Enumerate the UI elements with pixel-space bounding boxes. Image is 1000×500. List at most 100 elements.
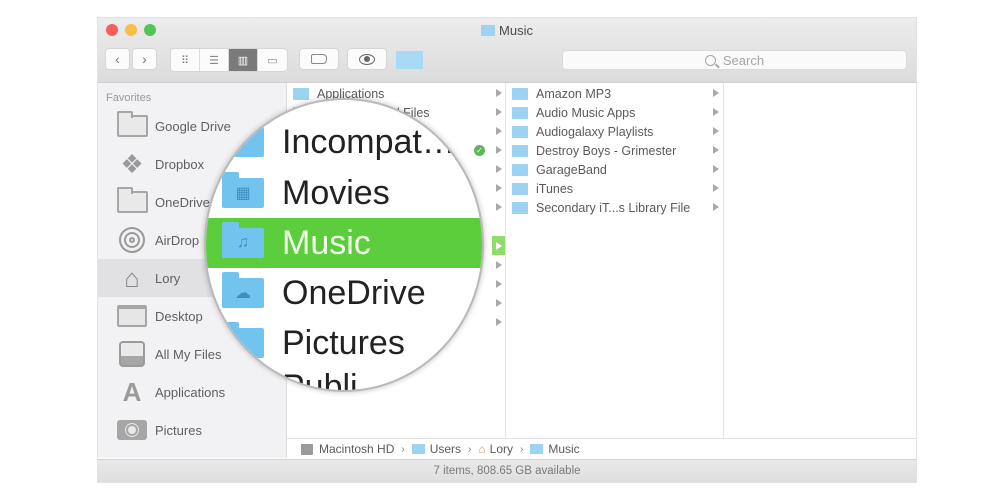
folder-icon [512,87,528,100]
path-separator: › [468,443,472,455]
path-bar: Macintosh HD › Users › ⌂ Lory › Music [287,438,916,459]
sidebar-item-label: Pictures [155,422,202,438]
music-folder-icon: ♫ [222,222,264,258]
disclosure-arrow-icon [496,184,502,192]
disclosure-arrow-icon [496,146,502,154]
airdrop-icon [119,227,145,253]
disclosure-arrow-icon [496,203,502,211]
title-bar: Music ‹ › ⠿ ☰ ▥ ▭ Search [98,18,916,83]
lens-item-label: Incompat… [282,122,456,161]
lens-item-onedrive[interactable]: ☁ OneDrive [206,268,482,318]
cover-flow-icon: ▭ [267,54,278,67]
search-icon [704,54,716,66]
path-separator: › [519,443,524,455]
list-view-button[interactable]: ☰ [200,49,229,71]
search-field[interactable]: Search [562,50,907,70]
list-view-icon: ☰ [209,54,219,67]
folder-icon [512,106,528,119]
back-button[interactable]: ‹ [105,48,130,70]
lens-item-label: OneDrive [282,273,426,312]
folder-icon [116,187,148,213]
column-view-icon: ▥ [237,54,249,67]
column-music: Amazon MP3 Audio Music Apps Audiogalaxy … [506,83,724,438]
folder-action-icon[interactable] [396,51,423,69]
all-files-icon [119,341,145,367]
tags-button[interactable] [299,48,339,70]
disclosure-arrow-icon [713,203,719,211]
lens-item-public: Publi… [206,362,482,392]
disclosure-arrow-icon [496,299,502,307]
disclosure-arrow-icon [713,108,719,116]
disclosure-arrow-icon [496,280,502,288]
sidebar-item-label: OneDrive [155,194,210,210]
column-view-button[interactable]: ▥ [229,49,258,71]
path-segment[interactable]: Music [548,442,579,456]
disclosure-arrow-icon [713,127,719,135]
list-item[interactable]: Secondary iT...s Library File [506,198,690,217]
pictures-folder-icon [222,322,264,358]
disclosure-arrow-icon [713,165,719,173]
list-item[interactable]: Amazon MP3 [506,84,611,103]
lens-item-label: Pictures [282,323,405,362]
path-segment[interactable]: Lory [490,442,513,456]
disclosure-arrow-icon [713,146,719,154]
search-placeholder: Search [722,52,765,68]
folder-icon [512,125,528,138]
tag-icon [311,54,327,64]
hard-drive-icon [301,443,313,455]
folder-icon [411,444,425,454]
folder-icon [512,163,528,176]
view-mode-control: ⠿ ☰ ▥ ▭ [170,48,288,72]
dropbox-icon: ❖ [120,148,144,179]
disclosure-arrow-icon [713,89,719,97]
list-item[interactable]: Audiogalaxy Playlists [506,122,653,141]
column-empty [724,83,916,438]
path-segment[interactable]: Macintosh HD [319,442,394,456]
quick-look-button[interactable] [347,48,387,70]
window-title: Music [98,23,916,38]
sidebar-item-label: Dropbox [155,156,205,172]
item-label: Audio Music Apps [536,105,636,120]
item-label: Secondary iT...s Library File [536,200,691,215]
folder-icon [512,144,528,157]
home-icon: ⌂ [124,262,140,293]
disclosure-arrow-icon [713,184,719,192]
disclosure-arrow-icon [496,127,502,135]
sidebar-item-pictures[interactable]: Pictures [98,411,286,449]
list-item[interactable]: Audio Music Apps [506,103,635,122]
path-separator: › [401,443,405,455]
folder-icon [512,201,528,214]
lens-item-label: Movies [282,173,390,212]
eye-icon [359,53,375,65]
folder-icon [222,121,264,157]
sidebar-item-label: AirDrop [155,232,200,248]
list-item[interactable]: iTunes [506,179,573,198]
lens-item: Incompat… [206,117,482,167]
folder-icon [293,87,309,100]
sidebar-heading: Favorites [106,92,152,104]
desktop-icon [117,305,147,327]
item-label: GarageBand [536,162,607,177]
chevron-left-icon: ‹ [115,51,120,67]
item-label: Audiogalaxy Playlists [536,124,654,139]
status-bar: 7 items, 808.65 GB available [98,459,916,482]
lens-item-label: Publi… [282,367,392,392]
lens-item-movies[interactable]: ▦ Movies [206,168,482,218]
item-label: Destroy Boys - Grimester [536,143,677,158]
disclosure-arrow-icon [496,108,502,116]
icon-view-button[interactable]: ⠿ [171,49,200,71]
onedrive-folder-icon: ☁ [222,272,264,308]
lens-item-music-selected[interactable]: ♫ Music [206,218,482,268]
lens-item-pictures[interactable]: Pictures [206,318,482,368]
forward-button[interactable]: › [132,48,157,70]
folder-icon [116,111,148,137]
path-segment[interactable]: Users [430,442,461,456]
list-item[interactable]: GarageBand [506,160,607,179]
chevron-right-icon: › [142,51,147,67]
icon-view-icon: ⠿ [180,54,190,67]
sidebar-item-label: Desktop [155,308,203,324]
disclosure-arrow-icon [496,165,502,173]
list-item[interactable]: Destroy Boys - Grimester [506,141,676,160]
cover-flow-view-button[interactable]: ▭ [258,49,287,71]
sidebar-item-label: Lory [155,270,181,286]
